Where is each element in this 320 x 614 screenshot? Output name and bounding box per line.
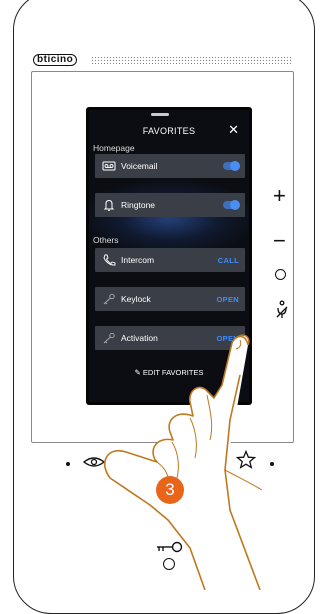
step-number-badge: 3 <box>156 476 184 504</box>
lock-button[interactable] <box>163 558 175 570</box>
hand-pointer-illustration <box>104 334 263 590</box>
key-icon[interactable] <box>155 540 185 554</box>
